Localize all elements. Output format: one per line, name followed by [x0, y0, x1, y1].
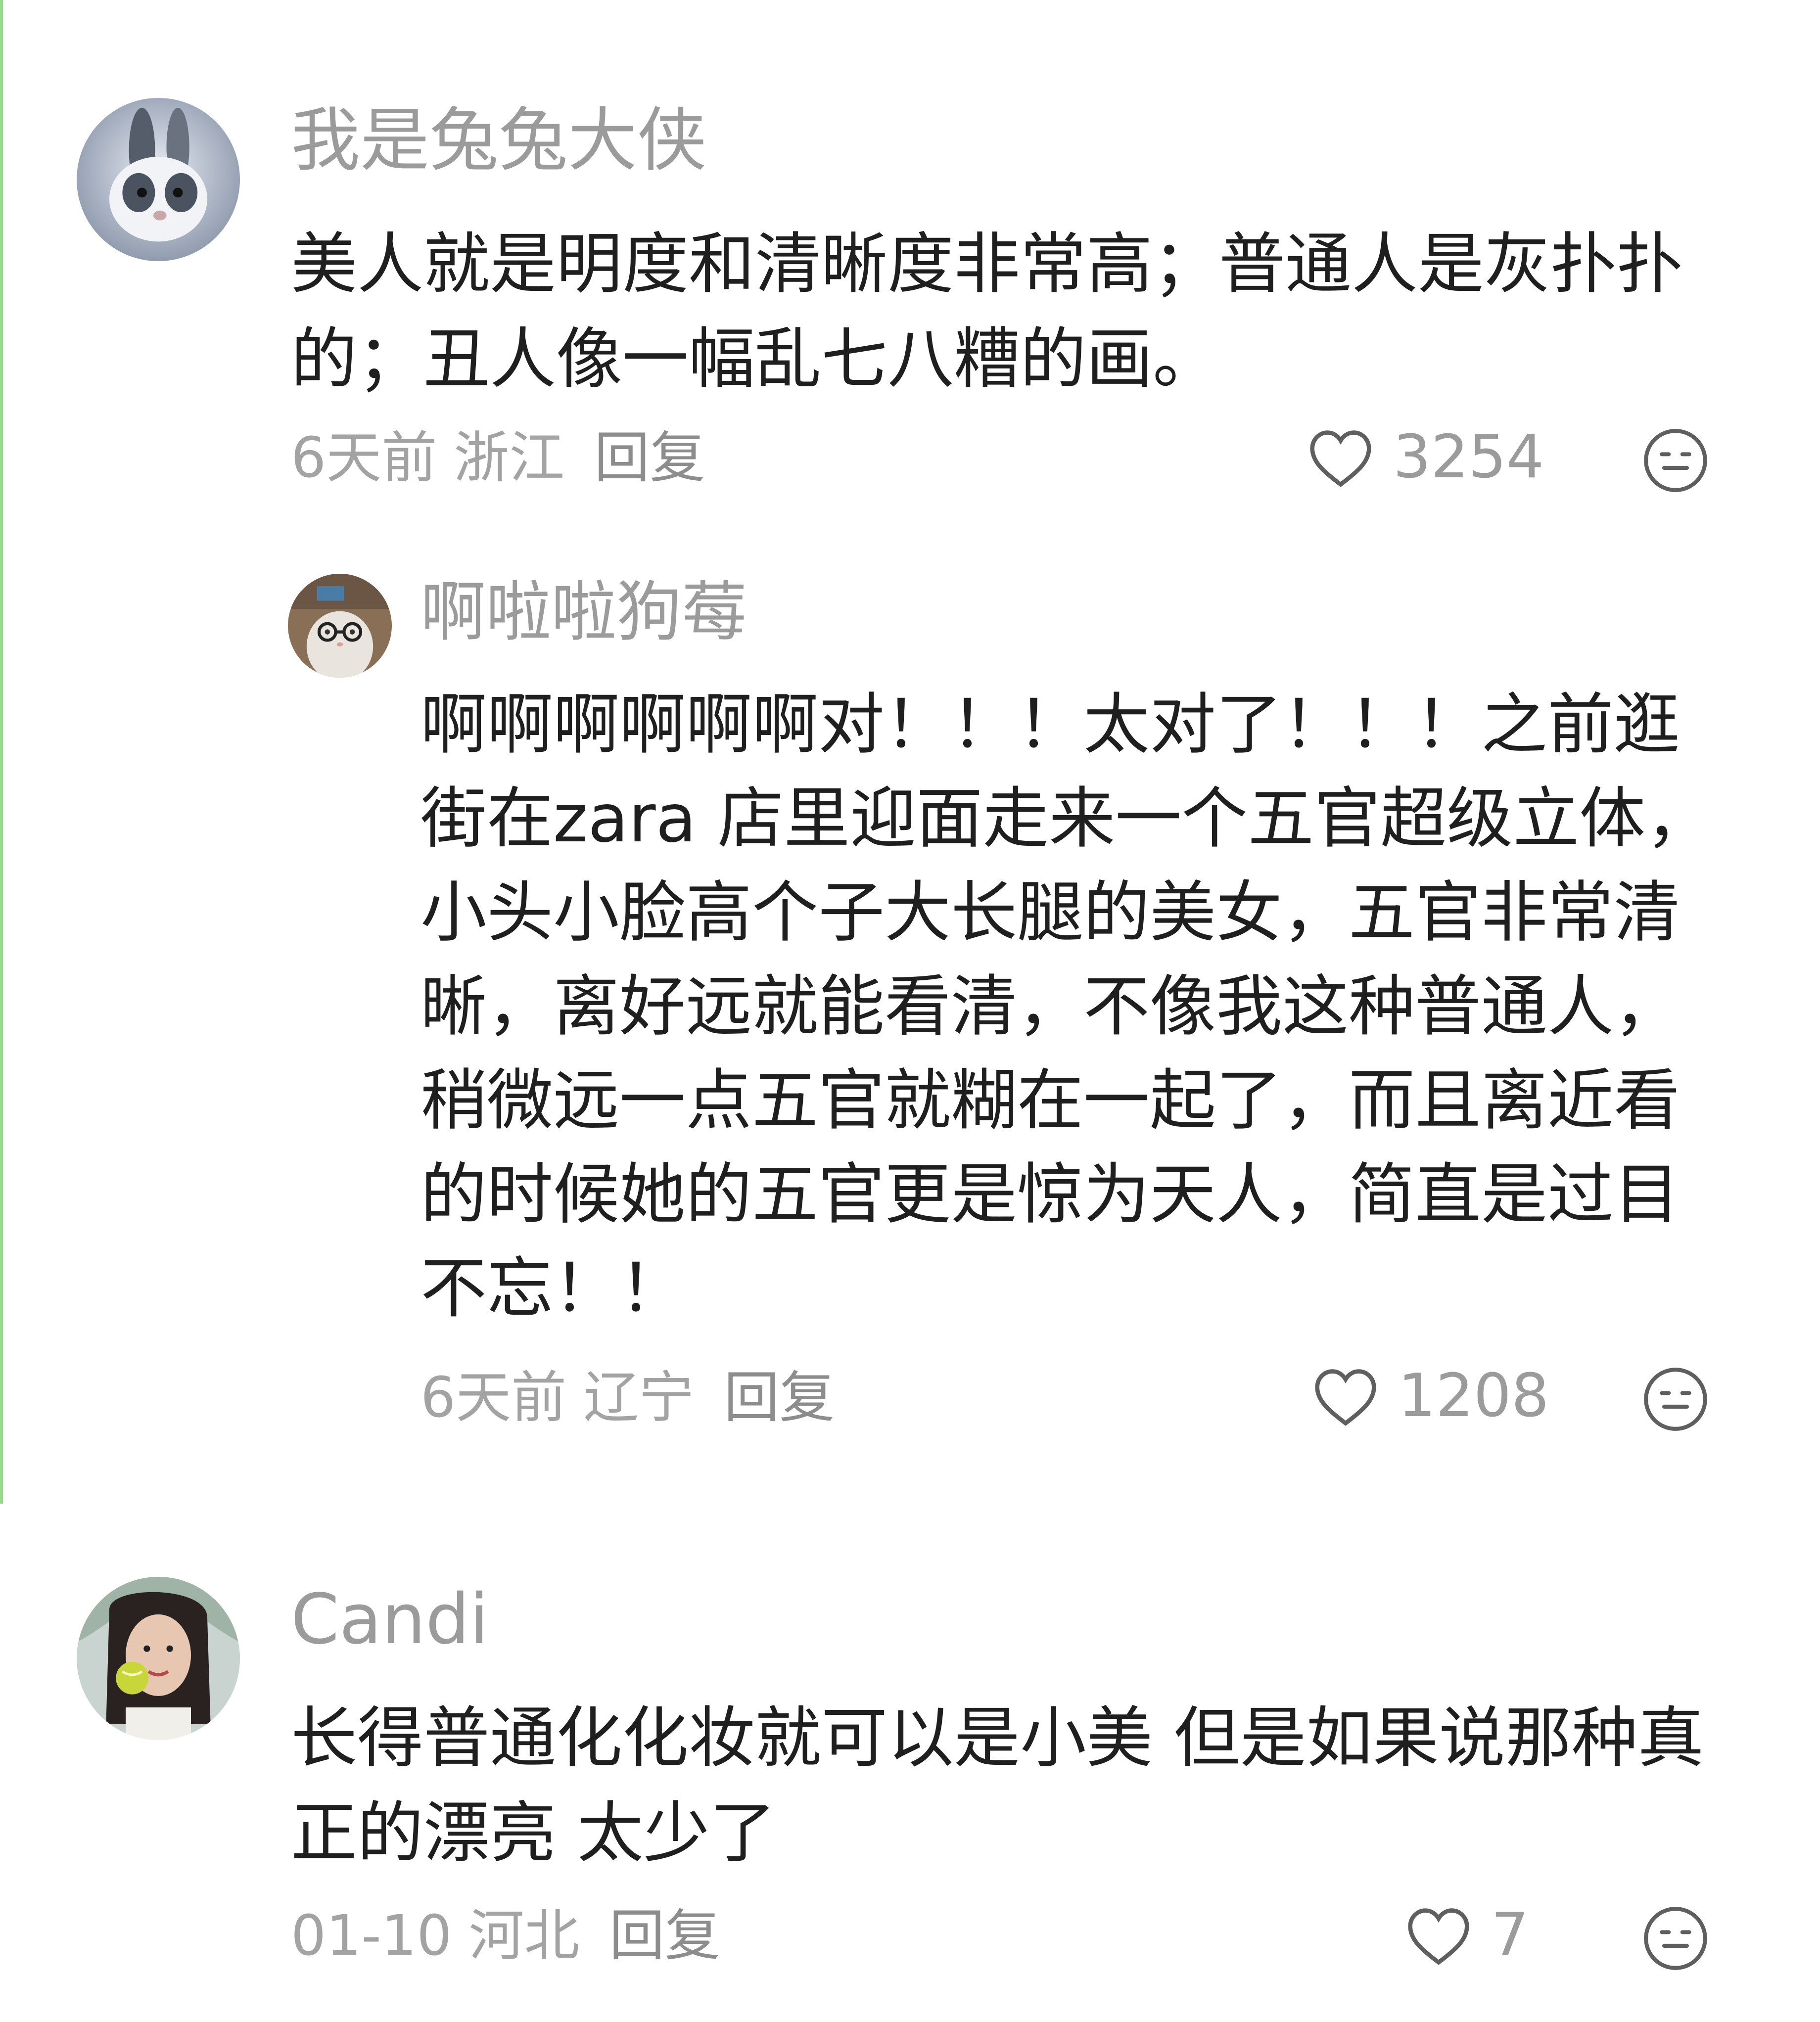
heart-outline-icon	[1315, 1369, 1376, 1426]
reply-button[interactable]: 回复	[609, 1908, 720, 1964]
neutral-face-icon	[1644, 1368, 1707, 1431]
comment-text: 美人就是明度和清晰度非常高；普通人是灰扑扑的；丑人像一幅乱七八糟的画。	[291, 226, 1683, 398]
dislike-button[interactable]	[1641, 426, 1710, 495]
reply-text: 啊啊啊啊啊啊对！！！太对了！！！之前逛街在zara 店里迎面走来一个五官超级立体…	[420, 686, 1712, 1327]
like-count: 7	[1491, 1901, 1529, 1970]
cat-with-glasses-avatar[interactable]	[288, 574, 392, 678]
reply-button[interactable]: 回复	[594, 430, 705, 486]
reply-meta: 6天前 辽宁 回复	[420, 1370, 835, 1425]
comment-username[interactable]: 我是兔兔大侠	[291, 106, 706, 176]
comment-region: 浙江	[454, 426, 565, 490]
comment-time: 6天前	[291, 426, 437, 490]
cat-avatar-image	[288, 574, 392, 678]
like-button[interactable]: 3254	[1306, 426, 1544, 489]
comment-meta: 01-10 河北 回复	[291, 1908, 720, 1964]
like-button[interactable]: 1208	[1311, 1365, 1549, 1427]
comment-text: 长得普通化化妆就可以是小美 但是如果说那种真正的漂亮 太少了	[291, 1700, 1704, 1872]
woman-with-ball-avatar[interactable]	[77, 1577, 240, 1740]
neutral-face-icon	[1644, 1907, 1707, 1970]
reply-region: 辽宁	[583, 1366, 695, 1430]
left-green-edge	[0, 0, 3, 1504]
woman-avatar-image	[77, 1577, 240, 1740]
like-button[interactable]: 7	[1404, 1904, 1529, 1967]
heart-outline-icon	[1310, 430, 1371, 487]
neutral-face-icon	[1644, 429, 1707, 492]
dislike-button[interactable]	[1641, 1365, 1710, 1433]
comment-username[interactable]: Candi	[291, 1585, 489, 1654]
rabbit-avatar-image	[77, 98, 240, 261]
comment-time: 01-10	[291, 1904, 452, 1968]
reply-username[interactable]: 啊啦啦狗莓	[420, 580, 747, 645]
like-count: 3254	[1393, 423, 1544, 492]
rabbit-avatar[interactable]	[77, 98, 240, 261]
reply-time: 6天前	[420, 1366, 567, 1430]
comment-region: 河北	[468, 1904, 580, 1968]
reply-button[interactable]: 回复	[724, 1370, 835, 1425]
heart-outline-icon	[1408, 1908, 1469, 1965]
dislike-button[interactable]	[1641, 1904, 1710, 1973]
like-count: 1208	[1398, 1362, 1549, 1430]
comment-meta: 6天前 浙江 回复	[291, 430, 705, 486]
